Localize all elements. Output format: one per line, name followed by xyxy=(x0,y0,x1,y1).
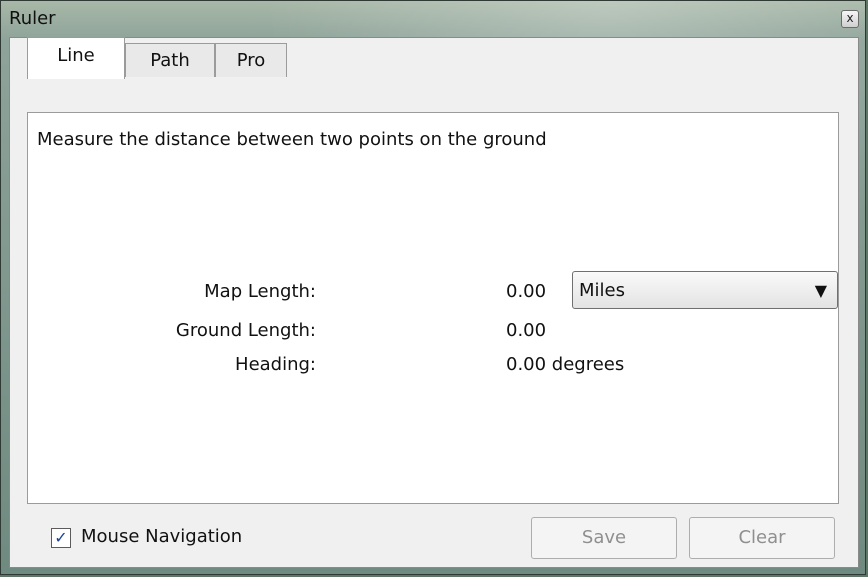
ground-length-label: Ground Length: xyxy=(175,320,316,341)
tab-pro[interactable]: Pro xyxy=(215,43,287,77)
tab-path[interactable]: Path xyxy=(125,43,215,77)
line-tab-panel: Measure the distance between two points … xyxy=(27,112,839,504)
mouse-navigation-label[interactable]: Mouse Navigation xyxy=(81,526,242,547)
description-text: Measure the distance between two points … xyxy=(37,129,547,150)
map-length-value: 0.00 xyxy=(506,281,547,302)
mouse-navigation-checkbox[interactable]: ✓ xyxy=(51,528,71,548)
tab-line[interactable]: Line xyxy=(27,37,125,79)
ruler-window: Ruler x Line Path Pro Measure the distan… xyxy=(0,0,866,575)
units-select[interactable]: Miles ▼ xyxy=(572,271,838,309)
heading-value: 0.00 degrees xyxy=(506,354,625,375)
checkmark-icon: ✓ xyxy=(54,528,68,547)
heading-label: Heading: xyxy=(235,354,316,375)
map-length-label: Map Length: xyxy=(204,281,316,302)
close-icon: x xyxy=(846,11,854,25)
title-bar[interactable]: Ruler x xyxy=(1,1,865,37)
units-selected-value: Miles xyxy=(579,280,625,301)
window-title: Ruler xyxy=(9,8,56,29)
close-button[interactable]: x xyxy=(841,10,859,28)
chevron-down-icon: ▼ xyxy=(814,281,827,300)
ground-length-value: 0.00 xyxy=(506,320,547,341)
clear-button[interactable]: Clear xyxy=(689,517,835,559)
save-button[interactable]: Save xyxy=(531,517,677,559)
